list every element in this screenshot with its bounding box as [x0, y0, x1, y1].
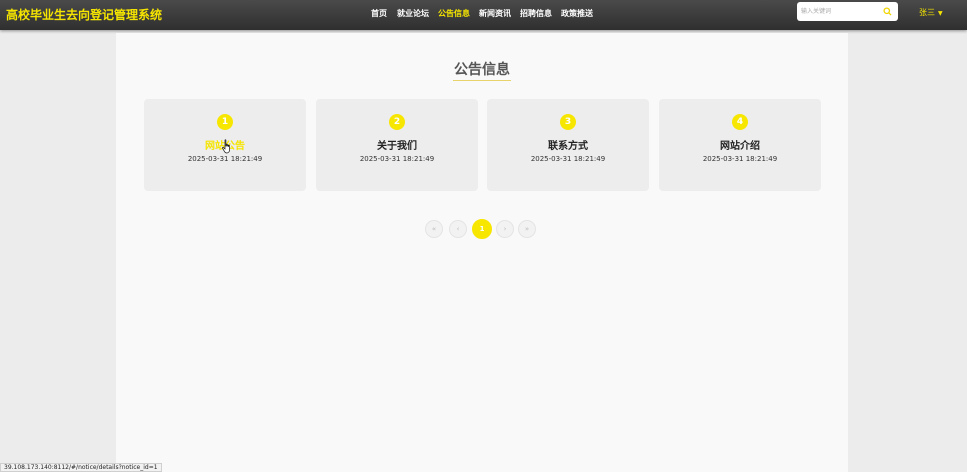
card-number-badge: 4 [732, 114, 748, 130]
hand-cursor-icon [222, 139, 230, 154]
user-menu[interactable]: 张三 ▼ [919, 7, 943, 18]
notice-card[interactable]: 2 关于我们 2025-03-31 18:21:49 [316, 99, 478, 191]
nav-item-notice[interactable]: 公告信息 [438, 8, 470, 19]
app-title[interactable]: 高校毕业生去向登记管理系统 [6, 6, 162, 23]
nav-item-forum[interactable]: 就业论坛 [397, 8, 429, 19]
main-content: 公告信息 1 网站公告 2025-03-31 18:21:49 2 关于我们 2… [116, 33, 848, 472]
top-navbar: 高校毕业生去向登记管理系统 首页 就业论坛 公告信息 新闻资讯 招聘信息 政策推… [0, 0, 967, 30]
nav-item-news[interactable]: 新闻资讯 [479, 8, 511, 19]
nav-item-policy[interactable]: 政策推送 [561, 8, 593, 19]
page-title: 公告信息 [454, 62, 510, 78]
page-1-button[interactable]: 1 [472, 219, 492, 239]
caret-down-icon: ▼ [938, 10, 943, 17]
card-title[interactable]: 关于我们 [316, 137, 478, 152]
search-icon[interactable] [883, 7, 892, 16]
card-number-badge: 3 [560, 114, 576, 130]
card-date: 2025-03-31 18:21:49 [187, 155, 263, 163]
search-box [797, 2, 898, 21]
card-number-badge: 1 [217, 114, 233, 130]
notice-card[interactable]: 3 联系方式 2025-03-31 18:21:49 [487, 99, 649, 191]
pagination: « ‹ 1 › » [0, 219, 967, 240]
card-date: 2025-03-31 18:21:49 [530, 155, 606, 163]
page-next-button[interactable]: › [496, 220, 514, 238]
card-number-badge: 2 [389, 114, 405, 130]
card-date: 2025-03-31 18:21:49 [702, 155, 778, 163]
card-date: 2025-03-31 18:21:49 [359, 155, 435, 163]
page-first-button[interactable]: « [425, 220, 443, 238]
title-underline [453, 80, 511, 81]
page-prev-button[interactable]: ‹ [449, 220, 467, 238]
page-last-button[interactable]: » [518, 220, 536, 238]
nav-item-jobs[interactable]: 招聘信息 [520, 8, 552, 19]
card-title[interactable]: 联系方式 [487, 137, 649, 152]
nav-item-home[interactable]: 首页 [371, 8, 387, 19]
user-name: 张三 [919, 8, 935, 17]
notice-card[interactable]: 4 网站介绍 2025-03-31 18:21:49 [659, 99, 821, 191]
card-title[interactable]: 网站介绍 [659, 137, 821, 152]
search-input[interactable] [801, 6, 879, 17]
link-status-bar: 39.108.173.140:8112/#/notice/details?not… [0, 463, 162, 472]
